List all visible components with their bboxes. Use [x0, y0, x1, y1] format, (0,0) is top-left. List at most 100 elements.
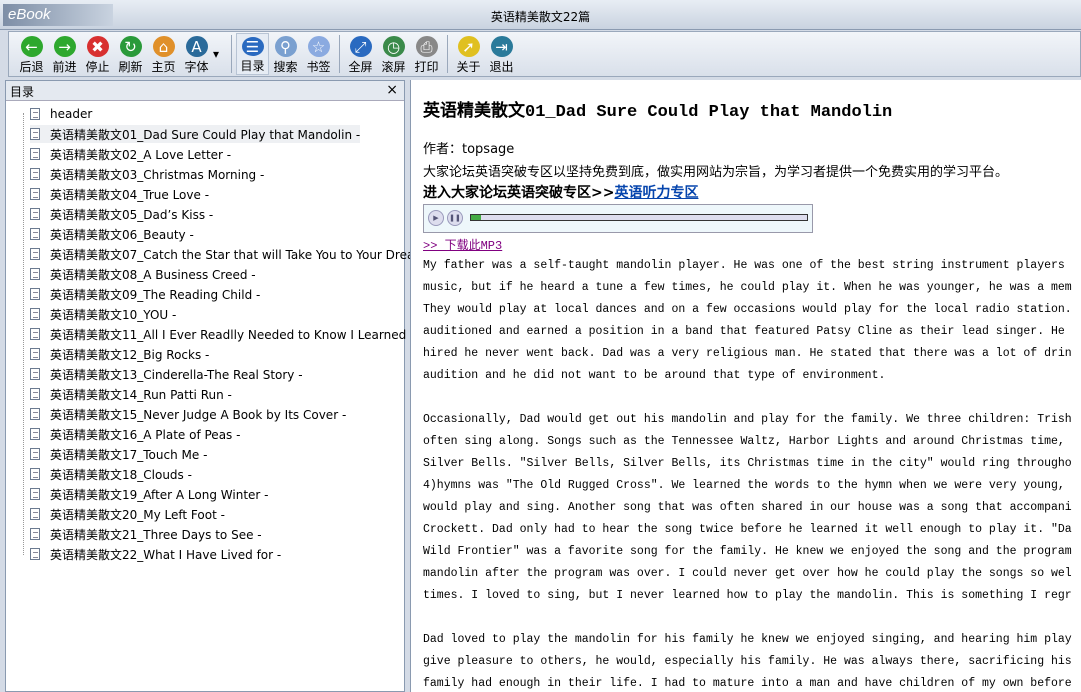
tree-item-label: 英语精美散文21_Three Days to See - — [50, 527, 262, 542]
document-icon — [30, 268, 40, 280]
tree-item[interactable]: header — [30, 105, 92, 123]
tree-item[interactable]: 英语精美散文10_YOU - — [30, 305, 176, 323]
toolbar-label: 目录 — [240, 59, 265, 73]
document-icon — [30, 148, 40, 160]
play-button[interactable]: ▶ — [428, 210, 444, 226]
tree-item[interactable]: 英语精美散文02_A Love Letter - — [30, 145, 231, 163]
toolbar-button-autoscroll[interactable]: ◷ 滚屏 — [377, 33, 410, 75]
article-line: family had enough in their life. I had t… — [423, 677, 1072, 690]
toolbar-button-back[interactable]: ← 后退 — [15, 33, 48, 75]
article-line: audition and he did not want to be aroun… — [423, 369, 886, 382]
progress-fill — [471, 215, 482, 220]
document-icon — [30, 548, 40, 560]
article-line: mandolin after the program was over. I c… — [423, 567, 1072, 580]
article-line: times. I loved to sing, but I never lear… — [423, 589, 1072, 602]
pause-button[interactable]: ❚❚ — [447, 210, 463, 226]
toolbar-label: 停止 — [85, 60, 110, 74]
toolbar-label: 前进 — [52, 60, 77, 74]
toolbar-button-search[interactable]: ⚲ 搜索 — [269, 33, 302, 75]
contents-panel-title: 目录 — [10, 85, 35, 99]
toolbar-button-exit[interactable]: ⇥ 退出 — [485, 33, 518, 75]
document-view: 英语精美散文01_Dad Sure Could Play that Mandol… — [410, 80, 1081, 692]
refresh-icon: ↻ — [119, 36, 142, 57]
font-dropdown-arrow-icon[interactable]: ▾ — [213, 47, 227, 61]
article-line: auditioned and earned a position in a ba… — [423, 325, 1065, 338]
tree-item[interactable]: 英语精美散文16_A Plate of Peas - — [30, 425, 240, 443]
listening-zone-link[interactable]: 英语听力专区 — [614, 185, 698, 201]
article-line: often sing along. Songs such as the Tenn… — [423, 435, 1065, 448]
document-icon — [30, 348, 40, 360]
toolbar-label: 搜索 — [273, 60, 298, 74]
tree-item[interactable]: 英语精美散文03_Christmas Morning - — [30, 165, 264, 183]
document-icon — [30, 528, 40, 540]
toolbar-button-bookmark[interactable]: ☆ 书签 — [302, 33, 335, 75]
toolbar-button-contents[interactable]: ☰ 目录 — [236, 33, 269, 75]
toolbar-separator — [339, 35, 340, 73]
toolbar-label: 主页 — [151, 60, 176, 74]
tree-item-label: 英语精美散文06_Beauty - — [50, 227, 194, 242]
toolbar: ← 后退 → 前进 ✖ 停止 ↻ 刷新 ⌂ 主页 A 字体 ▾ ☰ 目录 ⚲ 搜索 ☆ 书签 ⤢ 全屏 ◷ 滚屏 ⎙ 打印 ➚ 关于… — [8, 31, 1081, 77]
article-line: My father was a self-taught mandolin pla… — [423, 259, 1065, 272]
contents-icon: ☰ — [241, 37, 264, 56]
document-icon — [30, 488, 40, 500]
tree-item[interactable]: 英语精美散文12_Big Rocks - — [30, 345, 209, 363]
tree-item[interactable]: 英语精美散文04_True Love - — [30, 185, 209, 203]
tree-item-label: 英语精美散文14_Run Patti Run - — [50, 387, 232, 402]
article-line: 4)hymns was "The Old Rugged Cross". We l… — [423, 479, 1065, 492]
tree-item[interactable]: 英语精美散文19_After A Long Winter - — [30, 485, 269, 503]
tree-item[interactable]: 英语精美散文22_What I Have Lived for - — [30, 545, 281, 563]
toolbar-separator — [447, 35, 448, 73]
toolbar-label: 刷新 — [118, 60, 143, 74]
toolbar-label: 关于 — [456, 60, 481, 74]
toolbar-button-stop[interactable]: ✖ 停止 — [81, 33, 114, 75]
toolbar-button-refresh[interactable]: ↻ 刷新 — [114, 33, 147, 75]
contents-panel: 目录 × header 英语精美散文01_Dad Sure Could Play … — [5, 80, 511, 692]
tree-item-label: header — [50, 107, 93, 121]
document-icon — [30, 328, 40, 340]
tree-item-label: 英语精美散文07_Catch the Star that will Take Y… — [50, 247, 441, 262]
article-title: 英语精美散文01_Dad Sure Could Play that Mandol… — [423, 103, 893, 122]
toolbar-button-font[interactable]: A 字体 — [180, 33, 213, 75]
tree-item[interactable]: 英语精美散文08_A Business Creed - — [30, 265, 256, 283]
toolbar-label: 全屏 — [348, 60, 373, 74]
toolbar-button-forward[interactable]: → 前进 — [48, 33, 81, 75]
article-line: Dad loved to play the mandolin for his f… — [423, 633, 1072, 646]
tree-item-label: 英语精美散文17_Touch Me - — [50, 447, 208, 462]
tree-item[interactable]: 英语精美散文07_Catch the Star that will Take Y… — [30, 245, 440, 263]
tree-item-label: 英语精美散文05_Dad’s Kiss - — [50, 207, 214, 222]
document-icon — [30, 108, 40, 120]
enter-prefix: 进入大家论坛英语突破专区>> — [423, 185, 615, 201]
document-icon — [30, 188, 40, 200]
bookmark-icon: ☆ — [307, 36, 330, 57]
tree-item[interactable]: 英语精美散文20_My Left Foot - — [30, 505, 225, 523]
document-icon — [30, 508, 40, 520]
toolbar-label: 退出 — [489, 60, 514, 74]
autoscroll-icon: ◷ — [382, 36, 405, 57]
toolbar-label: 打印 — [414, 60, 439, 74]
article-line: would play and sing. Another song that w… — [423, 501, 1072, 514]
tree-item[interactable]: 英语精美散文17_Touch Me - — [30, 445, 207, 463]
document-icon — [30, 128, 40, 140]
tree-item[interactable]: 英语精美散文05_Dad’s Kiss - — [30, 205, 213, 223]
toolbar-button-about[interactable]: ➚ 关于 — [452, 33, 485, 75]
toolbar-button-fullscreen[interactable]: ⤢ 全屏 — [344, 33, 377, 75]
article-line: They would play at local dances and on a… — [423, 303, 1072, 316]
close-panel-button[interactable]: × — [386, 82, 398, 98]
tree-item[interactable]: 英语精美散文01_Dad Sure Could Play that Mandol… — [30, 125, 361, 143]
tree-item[interactable]: 英语精美散文14_Run Patti Run - — [30, 385, 232, 403]
tree-item[interactable]: 英语精美散文21_Three Days to See - — [30, 525, 262, 543]
tree-item[interactable]: 英语精美散文18_Clouds - — [30, 465, 192, 483]
back-icon: ← — [20, 36, 43, 57]
toolbar-button-home[interactable]: ⌂ 主页 — [147, 33, 180, 75]
tree-item[interactable]: 英语精美散文06_Beauty - — [30, 225, 194, 243]
tree-item[interactable]: 英语精美散文13_Cinderella-The Real Story - — [30, 365, 303, 383]
tree-item[interactable]: 英语精美散文09_The Reading Child - — [30, 285, 260, 303]
document-icon — [30, 468, 40, 480]
progress-slider[interactable] — [470, 214, 808, 221]
document-icon — [30, 408, 40, 420]
toolbar-label: 后退 — [19, 60, 44, 74]
tree-item[interactable]: 英语精美散文15_Never Judge A Book by Its Cover… — [30, 405, 346, 423]
exit-icon: ⇥ — [490, 36, 513, 57]
download-mp3-link[interactable]: >> 下载此MP3 — [423, 236, 502, 253]
toolbar-button-print[interactable]: ⎙ 打印 — [410, 33, 443, 75]
